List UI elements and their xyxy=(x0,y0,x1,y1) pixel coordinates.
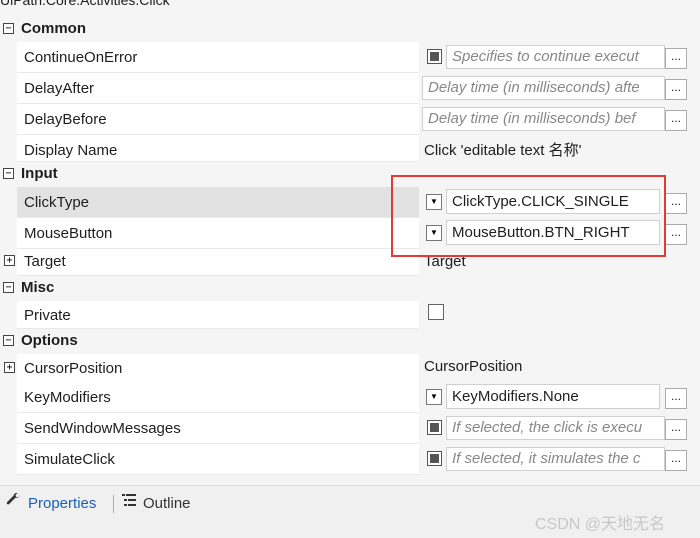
ellipsis-button[interactable]: ... xyxy=(665,388,687,409)
checkbox-icon[interactable] xyxy=(427,49,442,64)
activity-type-title: UiPath.Core.Activities.Click xyxy=(0,0,170,8)
ellipsis-button[interactable]: ... xyxy=(665,79,687,100)
ellipsis-button[interactable]: ... xyxy=(665,224,687,245)
property-name: DelayAfter xyxy=(24,80,95,97)
property-value: Delay time (in milliseconds) afte ... xyxy=(419,73,689,103)
property-row-cursor-position[interactable]: + CursorPosition CursorPosition xyxy=(0,354,690,384)
ellipsis-button[interactable]: ... xyxy=(665,419,687,440)
property-name: ClickType xyxy=(24,194,90,211)
cursor-position-value[interactable]: CursorPosition xyxy=(424,358,522,375)
tab-label: Outline xyxy=(143,495,191,512)
property-name: CursorPosition xyxy=(24,360,123,377)
collapse-icon[interactable]: − xyxy=(3,282,14,293)
property-name: SimulateClick xyxy=(24,451,115,468)
tab-divider xyxy=(113,495,114,513)
property-value: Delay time (in milliseconds) bef ... xyxy=(419,104,689,134)
ellipsis-button[interactable]: ... xyxy=(665,193,687,214)
category-label: Common xyxy=(21,20,86,37)
outline-icon xyxy=(119,492,139,516)
property-name: SendWindowMessages xyxy=(24,420,181,437)
property-name: Private xyxy=(24,307,71,324)
expression-input[interactable]: Delay time (in milliseconds) bef xyxy=(422,107,665,131)
category-options[interactable]: − Options xyxy=(0,328,690,354)
expression-input[interactable]: Specifies to continue execut xyxy=(446,45,665,69)
tab-properties[interactable]: Properties xyxy=(4,492,96,516)
checkbox-icon[interactable] xyxy=(428,304,444,320)
ellipsis-button[interactable]: ... xyxy=(665,48,687,69)
collapse-icon[interactable]: − xyxy=(3,23,14,34)
property-row-delay-after[interactable]: DelayAfter Delay time (in milliseconds) … xyxy=(0,73,690,104)
property-row-send-window-messages[interactable]: SendWindowMessages If selected, the clic… xyxy=(0,413,690,444)
property-name: KeyModifiers xyxy=(24,389,111,406)
watermark: CSDN @天地无名 xyxy=(535,516,666,533)
key-modifiers-select[interactable]: KeyModifiers.None xyxy=(446,384,660,409)
property-value: Specifies to continue execut ... xyxy=(419,42,689,72)
property-row-private[interactable]: Private xyxy=(0,301,690,331)
property-name: Display Name xyxy=(24,142,118,159)
category-misc[interactable]: − Misc xyxy=(0,275,690,301)
property-value: ▼ KeyModifiers.None ... xyxy=(419,382,689,412)
property-name: Target xyxy=(24,253,66,270)
property-row-key-modifiers[interactable]: KeyModifiers ▼ KeyModifiers.None ... xyxy=(0,382,690,413)
category-label: Input xyxy=(21,165,58,182)
wrench-icon xyxy=(4,492,24,516)
checkbox-icon[interactable] xyxy=(427,451,442,466)
expand-icon[interactable]: + xyxy=(4,362,15,373)
dropdown-arrow-icon[interactable]: ▼ xyxy=(426,389,442,405)
ellipsis-button[interactable]: ... xyxy=(665,450,687,471)
property-row-simulate-click[interactable]: SimulateClick If selected, it simulates … xyxy=(0,444,690,475)
expression-input[interactable]: If selected, it simulates the c xyxy=(446,447,665,471)
category-label: Options xyxy=(21,332,78,349)
category-label: Misc xyxy=(21,279,55,296)
property-row-delay-before[interactable]: DelayBefore Delay time (in milliseconds)… xyxy=(0,104,690,135)
property-name: ContinueOnError xyxy=(24,49,138,66)
expression-input[interactable]: If selected, the click is execu xyxy=(446,416,665,440)
tab-label: Properties xyxy=(28,495,97,512)
property-value: CursorPosition xyxy=(419,354,689,384)
property-value: If selected, it simulates the c ... xyxy=(419,444,689,474)
tab-outline[interactable]: Outline xyxy=(119,492,191,516)
property-name: DelayBefore xyxy=(24,111,107,128)
checkbox-icon[interactable] xyxy=(427,420,442,435)
category-common[interactable]: − Common xyxy=(0,16,690,42)
collapse-icon[interactable]: − xyxy=(3,335,14,346)
expression-input[interactable]: Delay time (in milliseconds) afte xyxy=(422,76,665,100)
collapse-icon[interactable]: − xyxy=(3,168,14,179)
property-value: If selected, the click is execu ... xyxy=(419,413,689,443)
property-row-continue-on-error[interactable]: ContinueOnError Specifies to continue ex… xyxy=(0,42,690,73)
property-row-display-name[interactable]: Display Name Click 'editable text 名称' xyxy=(0,135,690,162)
property-name: MouseButton xyxy=(24,225,113,242)
display-name-value[interactable]: Click 'editable text 名称' xyxy=(424,139,581,160)
property-value xyxy=(419,301,689,331)
annotation-highlight-box xyxy=(391,175,666,257)
expand-icon[interactable]: + xyxy=(4,255,15,266)
ellipsis-button[interactable]: ... xyxy=(665,110,687,131)
